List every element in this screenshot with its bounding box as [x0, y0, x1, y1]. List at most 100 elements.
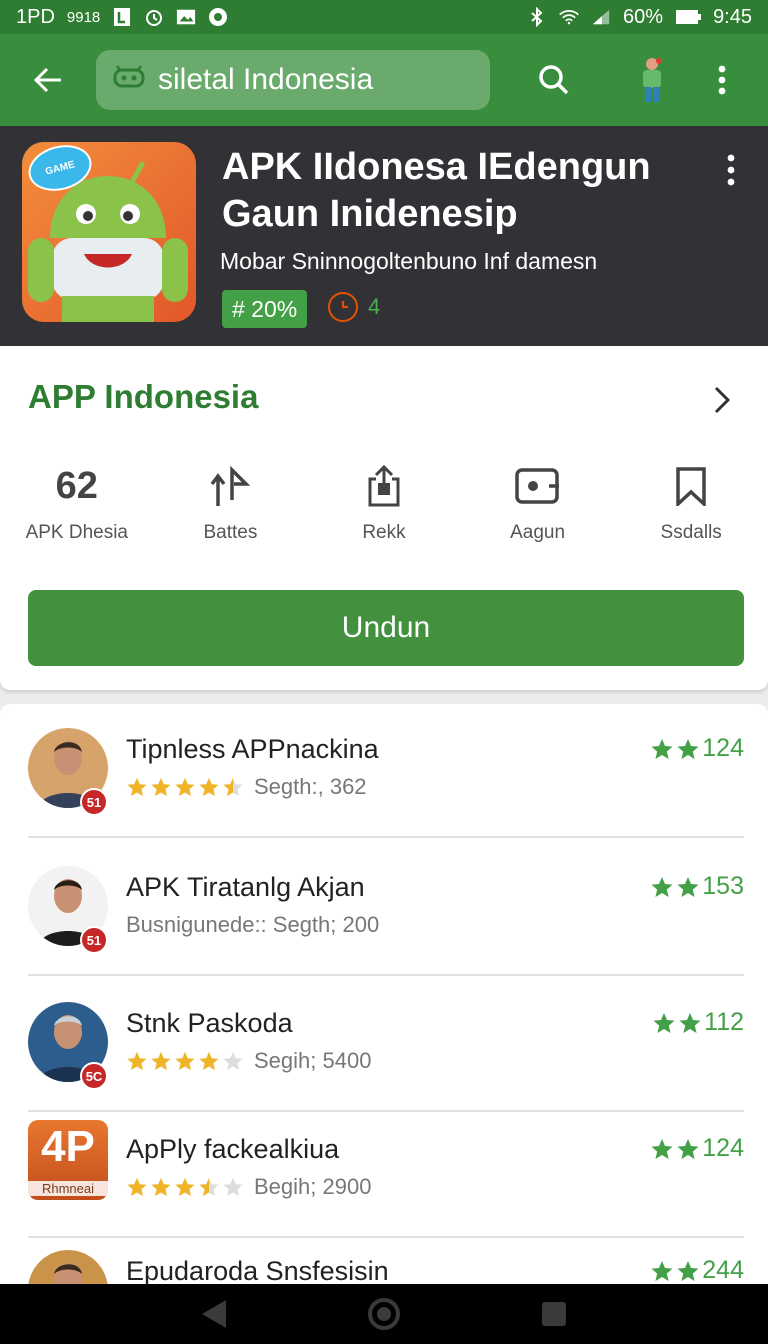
nav-recents-button[interactable]	[534, 1294, 574, 1334]
triangle-back-icon	[202, 1300, 226, 1328]
search-icon	[539, 65, 569, 95]
item-meta-text: Segth:, 362	[254, 774, 367, 799]
star-icon	[199, 777, 219, 797]
app-bar: siletal Indonesia	[0, 34, 768, 126]
action-label: APK Dhesia	[25, 522, 129, 543]
action-bookmark[interactable]: Ssdalls	[614, 464, 768, 548]
bluetooth-icon	[527, 7, 547, 27]
more-vert-icon	[718, 65, 726, 95]
item-meta-text: Segih; 5400	[254, 1048, 372, 1073]
back-button[interactable]	[0, 34, 96, 126]
avatar-badge: 5C	[80, 1062, 108, 1090]
item-meta-text: Busnigunede:: Segth; 200	[126, 912, 380, 937]
clock: 9:45	[713, 5, 752, 28]
battery-icon	[675, 7, 702, 27]
item-title: APK Tiratanlg Akjan	[126, 872, 365, 902]
app-header: GAME APK IIdonesa IEdengun Gaun Inidenes…	[0, 126, 768, 346]
item-rating: 112	[652, 1008, 744, 1037]
status-bar: 1PD 9918 60% 9:45	[0, 0, 768, 34]
star-icon	[223, 1051, 243, 1071]
action-share[interactable]: Rekk	[307, 464, 461, 548]
signal-icon	[591, 7, 611, 27]
square-recents-icon	[542, 1302, 566, 1326]
action-rating[interactable]: Battes	[154, 464, 308, 548]
action-label: Aagun	[510, 522, 566, 543]
list-item[interactable]: 51 Tipnless APPnackina Segth:, 362 124	[28, 704, 744, 838]
install-button[interactable]: Undun	[28, 590, 744, 666]
divider	[28, 836, 744, 838]
details-card: APP Indonesia 62 APK Dhesia Battes Rekk	[0, 346, 768, 690]
action-size[interactable]: 62 APK Dhesia	[0, 464, 154, 548]
app-icon: 4P Rhmneai	[28, 1120, 108, 1200]
item-title: Tipnless APPnackina	[126, 734, 379, 764]
item-meta: Begih; 2900	[126, 1174, 371, 1200]
star-icon	[199, 1051, 219, 1071]
item-title: ApPly fackealkiua	[126, 1134, 340, 1164]
item-rating: 153	[650, 872, 744, 901]
app-developer: Mobar Sninnogoltenbuno Inf damesn	[220, 248, 598, 274]
person-icon	[643, 58, 662, 102]
star-icon	[651, 1260, 673, 1281]
divider	[28, 974, 744, 976]
avatar	[28, 1250, 108, 1284]
profile-button[interactable]	[612, 34, 692, 126]
rating-up-icon	[210, 464, 251, 508]
search-query: siletal Indonesia	[158, 63, 374, 96]
overflow-menu-button[interactable]	[692, 34, 752, 126]
star-rating	[126, 1050, 244, 1072]
search-input[interactable]: siletal Indonesia	[96, 50, 490, 110]
status-right: 60% 9:45	[527, 6, 752, 29]
chevron-right-icon	[714, 386, 731, 414]
star-icon	[127, 1051, 147, 1071]
nav-back-button[interactable]	[194, 1294, 234, 1334]
wifi-icon	[559, 7, 579, 27]
list-item[interactable]: Epudaroda Snsfesisin 244	[28, 1226, 744, 1284]
item-meta: Segih; 5400	[126, 1048, 371, 1074]
avatar-badge: 51	[80, 788, 108, 816]
review-count-value: 4	[368, 294, 381, 319]
bookmark-icon	[675, 464, 707, 508]
item-rating: 124	[650, 1134, 744, 1163]
star-icon	[651, 738, 673, 759]
item-meta: Busnigunede:: Segth; 200	[126, 912, 379, 938]
action-label: Rekk	[362, 522, 406, 543]
review-count: 4	[328, 292, 380, 322]
star-icon	[127, 1177, 147, 1197]
star-icon	[175, 1051, 195, 1071]
carrier-label: 1PD	[16, 5, 55, 28]
app-icon: GAME	[22, 142, 196, 322]
item-title: Stnk Paskoda	[126, 1008, 293, 1038]
list-item[interactable]: 5C Stnk Paskoda Segih; 5400 112	[28, 978, 744, 1112]
alarm-icon	[144, 7, 164, 27]
item-rating-value: 124	[702, 1134, 744, 1162]
star-icon	[223, 1177, 243, 1197]
status-extra: 9918	[66, 8, 101, 26]
item-rating-value: 124	[702, 734, 744, 762]
app-icon-letters: 4P	[41, 1122, 95, 1171]
star-icon	[199, 1177, 219, 1197]
item-rating-value: 153	[702, 872, 744, 900]
list-item[interactable]: 4P Rhmneai ApPly fackealkiua Begih; 2900 124	[28, 1104, 744, 1238]
clock-icon	[328, 292, 358, 322]
action-label: Battes	[203, 522, 258, 543]
circle-home-icon	[368, 1298, 400, 1330]
star-icon	[175, 1177, 195, 1197]
header-more-button[interactable]	[716, 148, 746, 192]
details-title[interactable]: APP Indonesia	[28, 378, 258, 416]
list-item[interactable]: 51 APK Tiratanlg Akjan Busnigunede:: Segth…	[28, 842, 744, 976]
star-icon	[151, 777, 171, 797]
search-button[interactable]	[514, 34, 594, 126]
star-icon	[677, 876, 699, 897]
star-icon	[651, 876, 673, 897]
star-icon	[151, 1051, 171, 1071]
item-title: Epudaroda Snsfesisin	[126, 1256, 389, 1284]
item-rating: 124	[650, 734, 744, 763]
details-chevron-button[interactable]	[708, 382, 736, 418]
b-icon	[112, 7, 132, 27]
star-icon	[679, 1012, 701, 1033]
nav-home-button[interactable]	[364, 1294, 404, 1334]
star-icon	[151, 1177, 171, 1197]
action-camera[interactable]: Aagun	[461, 464, 615, 548]
app-title: APK IIdonesa IEdengun Gaun Inidenesip	[222, 146, 651, 235]
item-rating-value: 112	[704, 1008, 744, 1036]
